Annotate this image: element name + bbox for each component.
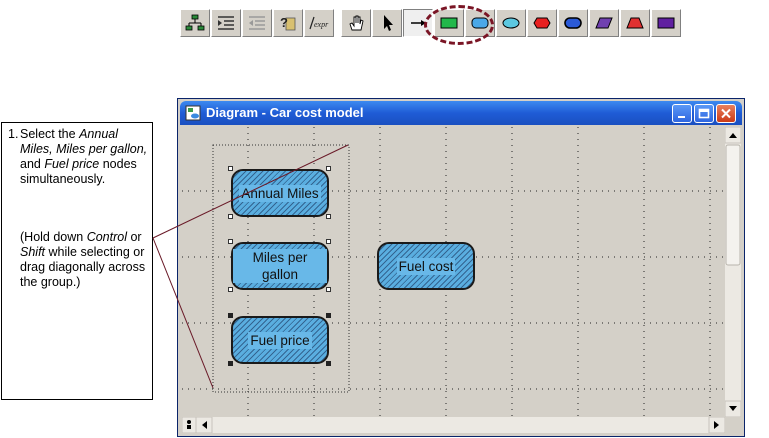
expression-button[interactable]: expr [304, 9, 334, 37]
node-annual-miles[interactable]: Annual Miles [231, 169, 329, 217]
hierarchy-button[interactable] [180, 9, 210, 37]
indent-outline-button[interactable] [211, 9, 241, 37]
pointer-arrow-button[interactable] [372, 9, 402, 37]
outdent-outline-icon [249, 16, 265, 30]
vertical-scrollbar[interactable] [724, 126, 742, 418]
horizontal-scrollbar-track [181, 416, 726, 434]
selection-handle[interactable] [228, 287, 233, 292]
step-hint: (Hold down Control or Shift while select… [20, 230, 146, 289]
selection-handle[interactable] [326, 214, 331, 219]
instruction-callout: 1. Select the Annual Miles, Miles per ga… [1, 122, 153, 400]
selection-handle[interactable] [228, 166, 233, 171]
node-fuel-cost[interactable]: Fuel cost [377, 242, 475, 290]
objective-node-button[interactable] [527, 9, 557, 37]
close-button[interactable] [716, 104, 736, 123]
diagram-app-icon [185, 105, 201, 121]
horizontal-scrollbar[interactable] [181, 416, 726, 434]
module-node-icon [564, 17, 582, 29]
highlight-ellipse [424, 5, 494, 45]
minimize-button[interactable] [672, 104, 692, 123]
maximize-button[interactable] [694, 104, 714, 123]
constant-node-button[interactable] [620, 9, 650, 37]
close-icon [721, 108, 731, 119]
diagram-window: Diagram - Car cost model Annual Miles Mi… [177, 98, 745, 437]
svg-text:?: ? [280, 15, 288, 30]
index-node-button[interactable] [589, 9, 619, 37]
objective-node-icon [533, 17, 551, 29]
expression-icon: expr [309, 16, 329, 30]
help-object-button[interactable]: ? [273, 9, 303, 37]
selection-handle[interactable] [326, 166, 331, 171]
module-node-button[interactable] [558, 9, 588, 37]
variable-node-icon [502, 17, 520, 29]
selection-handle[interactable] [326, 361, 331, 366]
diagram-canvas[interactable]: Annual Miles Miles per gallon Fuel price… [182, 127, 725, 417]
selection-handle[interactable] [228, 313, 233, 318]
constant-node-icon [626, 17, 644, 29]
pointer-arrow-icon [384, 15, 393, 31]
hierarchy-icon [185, 14, 205, 31]
library-node-icon [657, 17, 675, 29]
vertical-scrollbar-track [724, 126, 742, 418]
node-fuel-price[interactable]: Fuel price [231, 316, 329, 364]
selection-handle[interactable] [228, 361, 233, 366]
outdent-outline-button[interactable] [242, 9, 272, 37]
hand-browse-button[interactable] [341, 9, 371, 37]
indent-outline-icon [218, 16, 234, 30]
selection-handle[interactable] [326, 313, 331, 318]
help-object-icon: ? [280, 15, 296, 31]
zoom-handle-icon [187, 420, 191, 424]
window-title: Diagram - Car cost model [206, 105, 364, 120]
hand-browse-icon [349, 15, 364, 31]
selection-handle[interactable] [228, 239, 233, 244]
node-miles-per-gallon[interactable]: Miles per gallon [231, 242, 329, 290]
vertical-scroll-thumb [725, 144, 741, 266]
library-node-button[interactable] [651, 9, 681, 37]
window-titlebar[interactable]: Diagram - Car cost model [180, 101, 742, 125]
minimize-icon [678, 116, 685, 118]
step-number: 1. [8, 127, 19, 141]
index-node-icon [595, 17, 613, 29]
expression-label: expr [314, 20, 329, 29]
variable-node-button[interactable] [496, 9, 526, 37]
selection-handle[interactable] [228, 214, 233, 219]
selection-handle[interactable] [326, 239, 331, 244]
maximize-icon [698, 108, 710, 119]
selection-handle[interactable] [326, 287, 331, 292]
step-instruction: Select the Annual Miles, Miles per gallo… [20, 127, 148, 186]
